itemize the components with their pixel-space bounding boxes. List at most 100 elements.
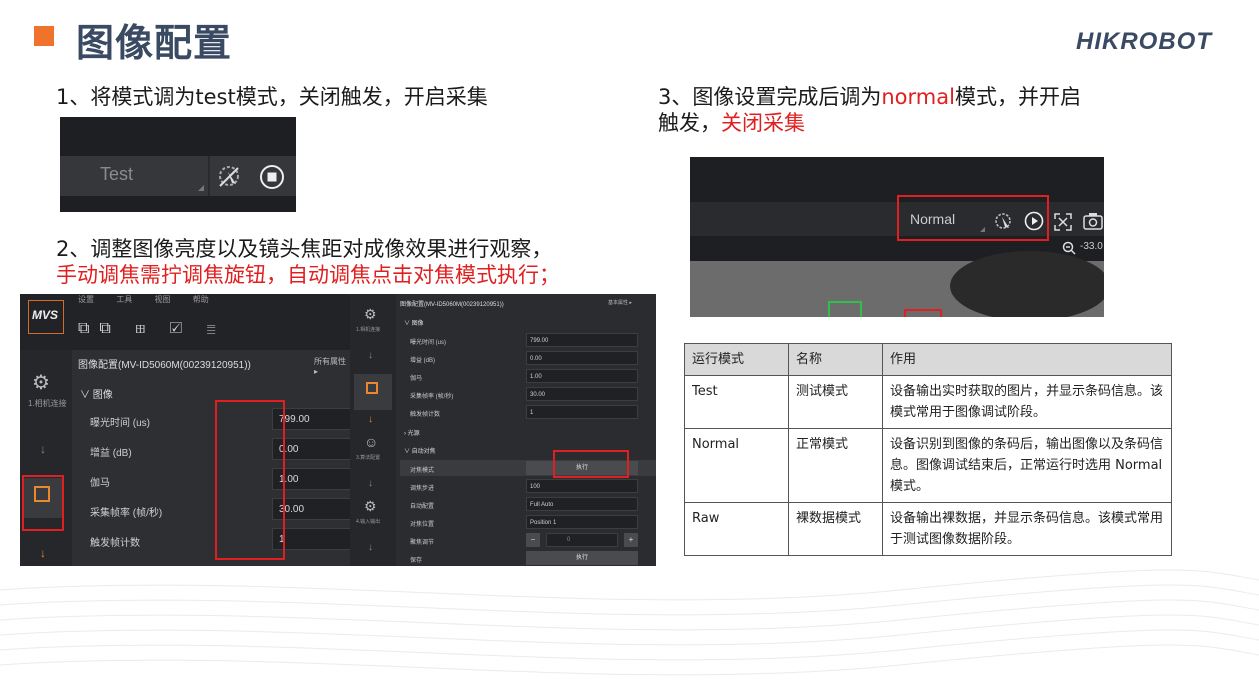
cell-mode: Normal [684, 428, 789, 503]
arrow-down-icon: ↓ [368, 350, 373, 361]
gamma-label: 伽马 [410, 376, 423, 382]
nav-image-config[interactable] [354, 374, 392, 410]
focus-adjust-stepper[interactable]: 0 [546, 533, 618, 547]
stop-icon[interactable] [259, 164, 285, 190]
image-config-panel: 图像配置(MV-ID5060M(00239120951)) 所有属性 ▸ ∨ 图… [72, 350, 400, 566]
section-image: ∨ 图像 [404, 321, 424, 327]
table-row: Test 测试模式 设备输出实时获取的图片，并显示条码信息。该模式常用于图像调试… [684, 375, 1172, 429]
cell-name: 裸数据模式 [788, 502, 883, 556]
arrow-down-icon: ↓ [368, 478, 373, 489]
mode-table: 运行模式 名称 作用 Test 测试模式 设备输出实时获取的图片，并显示条码信息… [684, 343, 1172, 556]
gamma-field[interactable]: 1.00 [526, 369, 638, 383]
section-image-label: 图像 [411, 321, 424, 327]
table-row: Normal 正常模式 设备识别到图像的条码后，输出图像以及条码信息。图像调试结… [684, 428, 1172, 503]
mvs-logo: MVS [32, 308, 59, 322]
mvs-right-panel: ⚙ 1.相机连接 ↓ ↓ ☺ 3.算法配置 ↓ ⚙ 4.输入输出 ↓ 图像配置(… [350, 294, 656, 566]
dropdown-corner-icon [198, 185, 204, 191]
camera-icon[interactable] [1083, 212, 1103, 230]
camera-preview-image [690, 251, 1104, 317]
focus-mode-label: 对焦模式 [410, 468, 435, 474]
algorithm-icon[interactable]: ☺ [364, 434, 378, 450]
cell-name: 正常模式 [788, 428, 883, 503]
title-accent-square [34, 26, 54, 46]
focus-position-label: 对焦位置 [410, 522, 435, 528]
panel-title: 图像配置(MV-ID5060M(00239120951)) [78, 360, 251, 371]
arrow-down-icon: ↓ [368, 414, 373, 425]
fullscreen-icon[interactable] [1054, 213, 1072, 231]
arrow-down-icon: ↓ [40, 546, 46, 560]
section-autofocus[interactable]: ∨ 自动对焦 [404, 446, 436, 455]
all-props-link[interactable]: 所有属性 ▸ [314, 356, 350, 376]
mvs-menu: 设置 工具 视图 帮助 [78, 294, 209, 305]
step-3-mode: normal [881, 85, 955, 109]
trigger-off-icon[interactable] [216, 164, 242, 190]
nav-camera-connect[interactable]: 1.相机连接 [356, 326, 380, 333]
step-3-trigger: 触发， [658, 111, 721, 135]
focus-position-field[interactable]: Position 1 [526, 515, 638, 529]
nav-io[interactable]: 4.输入输出 [356, 518, 380, 525]
hikrobot-logo: HIKROBOT [1076, 28, 1212, 55]
menu-tools[interactable]: 工具 [116, 295, 132, 304]
basic-props-link[interactable]: 基本属性 ▸ [608, 299, 632, 306]
auto-config-label: 自动配置 [410, 504, 435, 510]
detection-box-red [904, 309, 942, 317]
focus-step-field[interactable]: 100 [526, 479, 638, 493]
step-2-text: 2、调整图像亮度以及镜头焦距对成像效果进行观察， [56, 237, 553, 261]
arrow-down-icon: ↓ [40, 442, 46, 456]
section-autofocus-label: 自动对焦 [411, 449, 436, 455]
exposure-label: 曝光时间 (us) [410, 340, 447, 346]
framerate-field[interactable]: 30.00 [526, 387, 638, 401]
screenshot-mvs-image-config: MVS 设置 工具 视图 帮助 ⧉⧉ ⊞ ☑ ≣ ⚙ 1.相机连接 ↓ ↓ 图像… [20, 294, 656, 566]
camera-connect-icon[interactable]: ⚙ [364, 306, 377, 323]
gain-field[interactable]: 0.00 [526, 351, 638, 365]
step-3-mid: 模式，并开启 [954, 85, 1081, 109]
cell-desc: 设备输出裸数据，并显示条码信息。该模式常用于测试图像数据阶段。 [882, 502, 1172, 556]
exposure-field[interactable]: 799.00 [526, 333, 638, 347]
highlight-box [22, 475, 64, 531]
menu-help[interactable]: 帮助 [193, 295, 209, 304]
menu-settings[interactable]: 设置 [78, 295, 94, 304]
step-3-stop: 关闭采集 [721, 111, 805, 135]
section-image: ∨ 图像 [80, 390, 113, 401]
auto-config-field[interactable]: Full Auto [526, 497, 638, 511]
right-panel-title: 图像配置(MV-ID5060M(00239120951)) [400, 302, 504, 308]
camera-connect-icon[interactable]: ⚙ [32, 370, 50, 395]
image-config-icon [366, 382, 378, 394]
framerate-label: 采集帧率 (帧/秒) [410, 394, 454, 400]
preview-object [950, 251, 1104, 317]
section-image-label: 图像 [92, 390, 113, 401]
focus-increase-button[interactable]: + [624, 533, 638, 547]
trigger-count-label: 触发帧计数 [410, 412, 441, 418]
highlight-box [897, 195, 1049, 241]
nav-camera-connect[interactable]: 1.相机连接 [28, 398, 67, 409]
step-3-prefix: 3、图像设置完成后调为 [658, 85, 882, 109]
cell-desc: 设备识别到图像的条码后，输出图像以及条码信息。图像调试结束后，正常运行时选用 N… [882, 428, 1172, 503]
arrow-down-icon: ↓ [368, 542, 373, 553]
gain-label: 增益 (dB) [90, 448, 132, 459]
section-light[interactable]: › 光源 [404, 428, 420, 437]
mode-dropdown[interactable]: Test [100, 164, 133, 185]
gamma-label: 伽马 [90, 478, 110, 489]
zoom-level: -33.0 [1080, 241, 1103, 252]
divider [208, 156, 210, 196]
trigger-count-field[interactable]: 1 [526, 405, 638, 419]
header-mode: 运行模式 [684, 343, 789, 376]
step-1-text: 1、将模式调为test模式，关闭触发，开启采集 [56, 85, 488, 109]
section-light-label: 光源 [407, 431, 420, 437]
header-name: 名称 [788, 343, 883, 376]
io-icon[interactable]: ⚙ [364, 498, 377, 515]
zoom-out-icon[interactable] [1062, 241, 1076, 255]
mvs-right-nav: ⚙ 1.相机连接 ↓ ↓ ☺ 3.算法配置 ↓ ⚙ 4.输入输出 ↓ [350, 294, 396, 566]
trigger-count-label: 触发帧计数 [90, 538, 140, 549]
cell-desc: 设备输出实时获取的图片，并显示条码信息。该模式常用于图像调试阶段。 [882, 375, 1172, 429]
nav-algorithm[interactable]: 3.算法配置 [356, 454, 380, 461]
table-row: Raw 裸数据模式 设备输出裸数据，并显示条码信息。该模式常用于测试图像数据阶段… [684, 502, 1172, 556]
header-function: 作用 [882, 343, 1172, 376]
screenshot-normal-mode: Normal -33.0 [690, 157, 1104, 317]
toolbar-icons[interactable]: ⧉⧉ ⊞ ☑ ≣ [78, 320, 226, 338]
menu-view[interactable]: 视图 [154, 295, 170, 304]
focus-decrease-button[interactable]: − [526, 533, 540, 547]
save-execute-button[interactable]: 执行 [526, 551, 638, 565]
exposure-label: 曝光时间 (us) [90, 418, 150, 429]
framerate-label: 采集帧率 (帧/秒) [90, 508, 163, 519]
